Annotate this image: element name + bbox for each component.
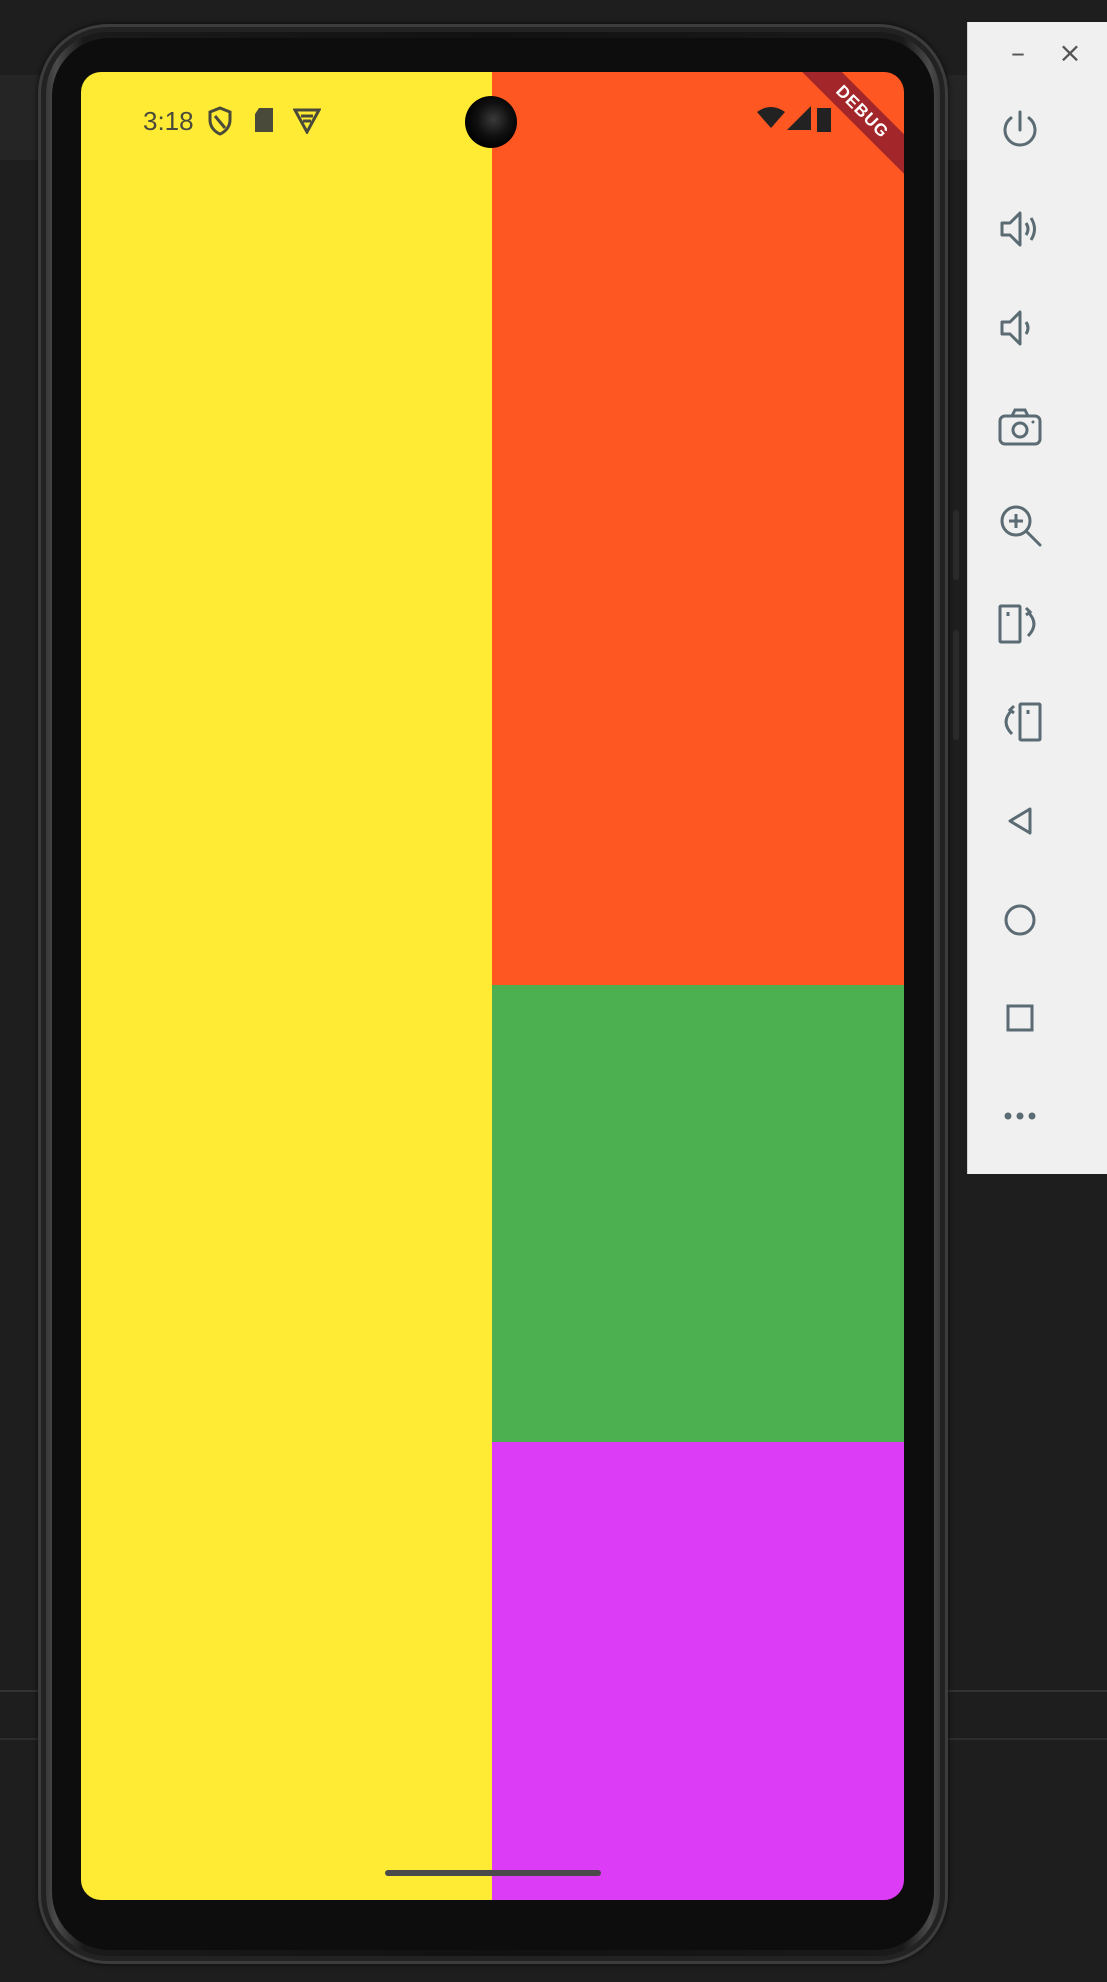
overview-button[interactable] [990,988,1050,1048]
status-time: 3:18 [143,106,194,136]
emulator-toolbar: – × [967,22,1107,1174]
shield-icon [207,106,233,143]
volume-up-button[interactable] [990,199,1050,259]
rotate-right-button[interactable] [990,594,1050,654]
toolbar-window-controls: – × [968,22,1107,84]
volume-up-icon [1000,211,1036,247]
power-button[interactable] [990,100,1050,160]
camera-icon [998,408,1042,446]
signal-icon [787,106,811,137]
purple-expanded-pane [492,1442,904,1900]
overview-square-icon [1006,1004,1034,1032]
phone-volume-rocker [953,630,959,740]
phone-screen[interactable]: 3:18 DEBUG [81,72,904,1900]
home-circle-icon [1004,904,1036,936]
front-camera [465,96,517,148]
phone-side-button [953,510,959,580]
rotate-left-icon [1004,702,1042,742]
vpn-icon [292,106,322,141]
more-button[interactable] [990,1086,1050,1146]
zoom-button[interactable] [990,495,1050,555]
rotate-right-icon [998,604,1036,644]
back-triangle-icon [1008,807,1032,835]
home-button[interactable] [990,890,1050,950]
minimize-button[interactable]: – [1002,36,1034,69]
zoom-in-icon [1000,505,1042,547]
orange-expanded-pane [492,72,904,985]
green-expanded-pane [492,985,904,1442]
desktop: 3:18 DEBUG – × [0,0,1107,1982]
volume-down-icon [1000,310,1030,346]
yellow-expanded-pane [81,72,492,1900]
sd-card-icon [253,106,275,141]
screenshot-button[interactable] [990,397,1050,457]
battery-icon [817,106,831,139]
gesture-home-indicator[interactable] [385,1870,601,1876]
wifi-icon [757,106,785,137]
power-icon [1003,110,1037,147]
close-button[interactable]: × [1054,36,1086,69]
rotate-left-button[interactable] [990,692,1050,752]
volume-down-button[interactable] [990,298,1050,358]
more-dots-icon [1004,1112,1036,1120]
back-button[interactable] [990,791,1050,851]
